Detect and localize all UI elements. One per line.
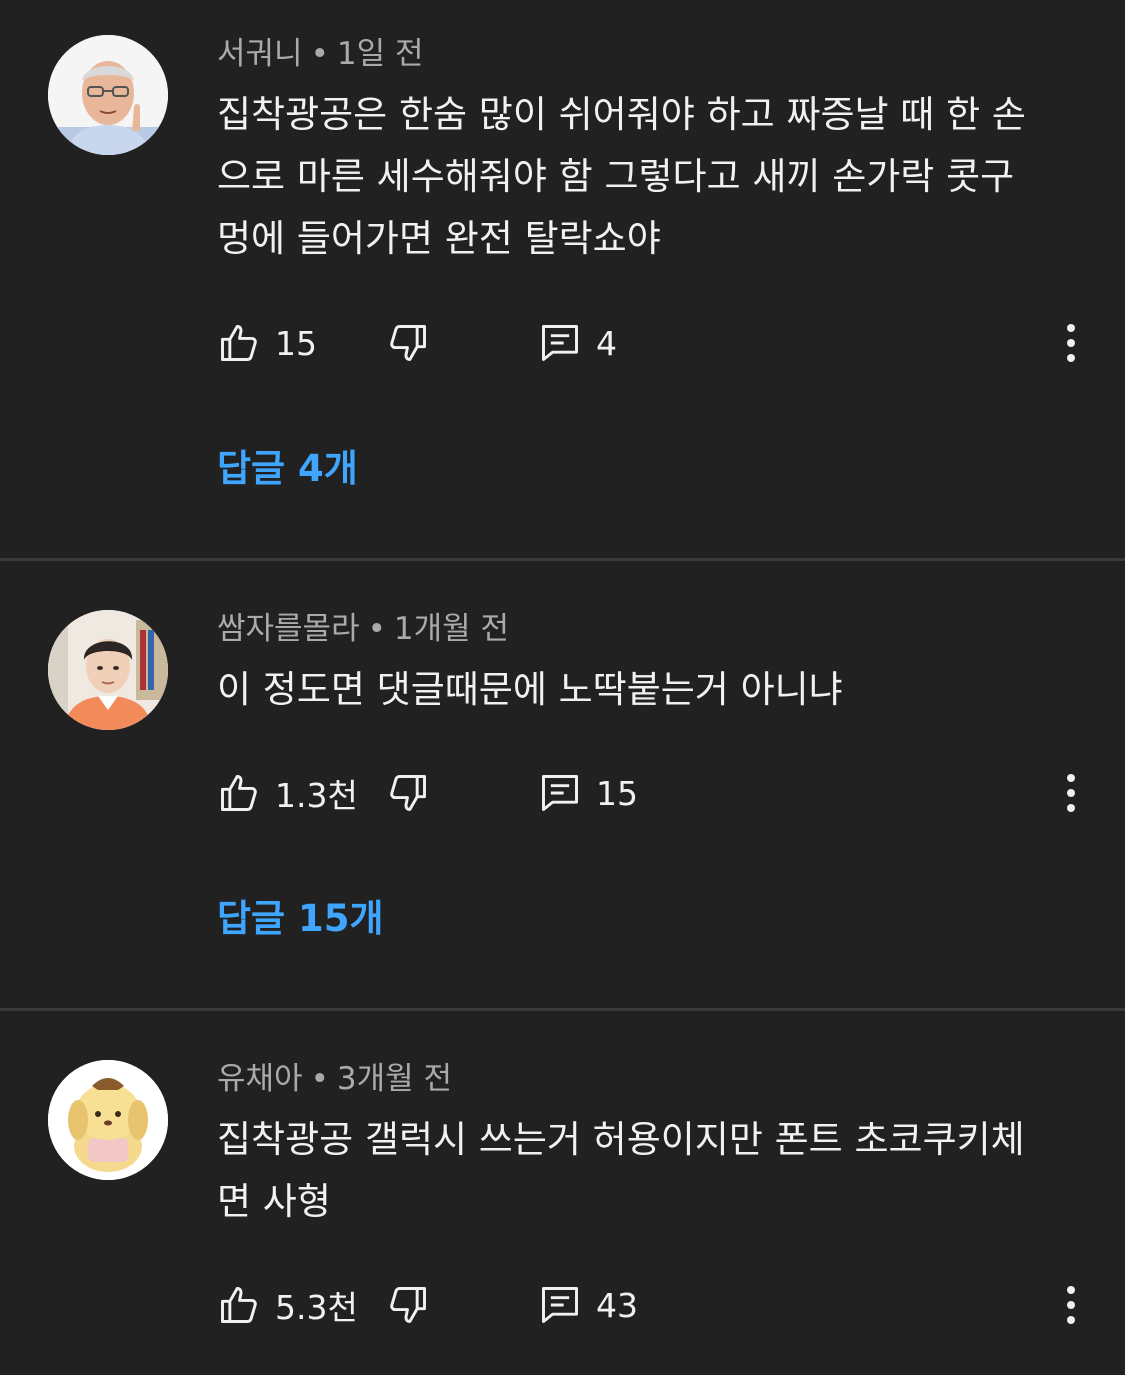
divider	[0, 558, 1125, 561]
comment-meta: 유채아 • 3개월 전	[217, 1059, 452, 1099]
author-name[interactable]: 쌈자를몰라	[217, 611, 360, 647]
comment-time[interactable]: 3개월 전	[337, 1061, 452, 1097]
like-button[interactable]: 15	[217, 313, 317, 373]
comment-text-line: 면 사형	[217, 1180, 331, 1223]
comment-text: 이 정도면 댓글때문에 노딱붙는거 아니냐	[217, 659, 1077, 721]
comment-text-line: 으로 마른 세수해줘야 함 그렇다고 새끼 손가락 콧구	[217, 155, 1015, 198]
thumbs-down-icon	[386, 771, 430, 815]
more-vert-icon[interactable]	[1052, 763, 1090, 823]
author-name[interactable]: 서궈니	[217, 36, 303, 72]
reply-count: 4	[596, 323, 617, 363]
more-vert-icon[interactable]	[1052, 313, 1090, 373]
comment-icon	[538, 1283, 582, 1327]
comment-meta: 서궈니 • 1일 전	[217, 34, 423, 74]
avatar-person-photo	[48, 610, 168, 730]
comment-actions: 5.3천 43	[0, 1275, 1125, 1335]
author-name[interactable]: 유채아	[217, 1061, 303, 1097]
comment-text-line: 이 정도면 댓글때문에 노딱붙는거 아니냐	[217, 668, 843, 711]
thumbs-up-icon	[217, 771, 261, 815]
reply-count: 15	[596, 773, 638, 813]
comment-text: 집착광공 갤럭시 쓰는거 허용이지만 폰트 초코쿠키체 면 사형	[217, 1109, 1077, 1233]
thumbs-up-icon	[217, 1283, 261, 1327]
divider	[0, 1008, 1125, 1011]
reply-button[interactable]: 43	[538, 1275, 638, 1335]
like-count: 5.3천	[275, 1288, 358, 1327]
dislike-button[interactable]	[386, 1275, 430, 1335]
comment-time[interactable]: 1일 전	[337, 36, 424, 72]
meta-separator: •	[310, 36, 329, 72]
like-button[interactable]: 1.3천	[217, 763, 358, 823]
comments-page: 서궈니 • 1일 전 집착광공은 한숨 많이 쉬어줘야 하고 짜증날 때 한 손 으…	[0, 0, 1125, 1375]
meta-separator: •	[310, 1061, 329, 1097]
thumbs-down-icon	[386, 1283, 430, 1327]
like-count: 1.3천	[275, 776, 358, 815]
like-button[interactable]: 5.3천	[217, 1275, 358, 1335]
more-vert-icon[interactable]	[1052, 1275, 1090, 1335]
avatar[interactable]	[48, 35, 168, 155]
comment-meta: 쌈자를몰라 • 1개월 전	[217, 609, 509, 649]
comment-icon	[538, 771, 582, 815]
comment-icon	[538, 321, 582, 365]
reply-count: 43	[596, 1285, 638, 1325]
comment-actions: 1.3천 15	[0, 763, 1125, 823]
comment-text: 집착광공은 한숨 많이 쉬어줘야 하고 짜증날 때 한 손 으로 마른 세수해줘…	[217, 84, 1077, 270]
meta-separator: •	[367, 611, 386, 647]
reply-button[interactable]: 15	[538, 763, 638, 823]
comment-text-line: 멍에 들어가면 완전 탈락쇼야	[217, 217, 661, 260]
avatar[interactable]	[48, 1060, 168, 1180]
comment-actions: 15 4	[0, 313, 1125, 373]
thumbs-down-icon	[386, 321, 430, 365]
comment-time[interactable]: 1개월 전	[394, 611, 509, 647]
view-replies-link[interactable]: 답글 15개	[217, 894, 384, 944]
comment-text-line: 집착광공은 한숨 많이 쉬어줘야 하고 짜증날 때 한 손	[217, 93, 1026, 136]
avatar[interactable]	[48, 610, 168, 730]
avatar-man-photo	[48, 35, 168, 155]
avatar-plush-photo	[48, 1060, 168, 1180]
dislike-button[interactable]	[386, 763, 430, 823]
reply-button[interactable]: 4	[538, 313, 617, 373]
view-replies-link[interactable]: 답글 4개	[217, 444, 358, 494]
like-count: 15	[275, 323, 317, 363]
comment-text-line: 집착광공 갤럭시 쓰는거 허용이지만 폰트 초코쿠키체	[217, 1118, 1025, 1161]
dislike-button[interactable]	[386, 313, 430, 373]
thumbs-up-icon	[217, 321, 261, 365]
